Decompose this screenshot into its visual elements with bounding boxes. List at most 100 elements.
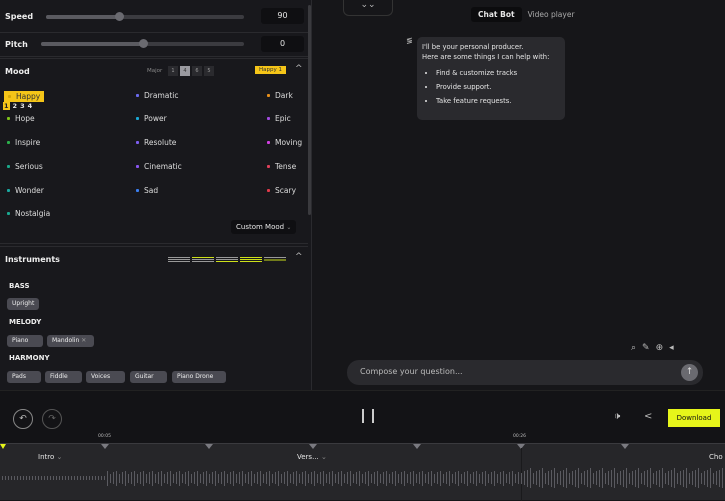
- waveform-bar: [311, 472, 312, 484]
- section-marker[interactable]: [413, 444, 421, 449]
- variant-option[interactable]: 3: [20, 102, 25, 110]
- instrument-chip[interactable]: Fiddle: [45, 371, 82, 383]
- scale-option[interactable]: 6: [192, 66, 202, 76]
- level-indicator[interactable]: [264, 257, 286, 262]
- instrument-chip[interactable]: Piano: [7, 335, 43, 347]
- variant-option[interactable]: 4: [28, 102, 33, 110]
- collapse-toggle-icon[interactable]: ⌄⌄: [343, 0, 393, 16]
- share-icon[interactable]: <: [644, 411, 652, 422]
- section-marker[interactable]: [205, 444, 213, 449]
- waveform-bar: [254, 473, 255, 483]
- level-indicator[interactable]: [216, 257, 238, 262]
- pitch-slider-handle[interactable]: [138, 39, 148, 48]
- section-marker[interactable]: [101, 444, 109, 449]
- speed-slider-handle[interactable]: [115, 12, 125, 21]
- mood-item-nostalgia[interactable]: Nostalgia: [4, 209, 50, 218]
- mood-color-dot: [136, 189, 139, 192]
- mood-item-dark[interactable]: Dark: [264, 91, 293, 100]
- waveform-bar: [635, 469, 636, 487]
- tab-video-player[interactable]: Video player: [526, 7, 577, 22]
- mood-item-dramatic[interactable]: Dramatic: [133, 91, 179, 100]
- instrument-level-indicators: [168, 257, 286, 262]
- variant-option-selected[interactable]: 1: [3, 102, 10, 110]
- selected-mood-badge: Happy 1: [255, 66, 286, 74]
- speed-slider[interactable]: [46, 12, 244, 21]
- waveform-bar: [332, 470, 333, 486]
- level-indicator[interactable]: [168, 257, 190, 262]
- download-button[interactable]: Download: [668, 409, 720, 427]
- mood-item-serious[interactable]: Serious: [4, 162, 43, 171]
- mood-item-happy[interactable]: Happy: [4, 91, 45, 102]
- pause-button[interactable]: [362, 409, 374, 423]
- waveform-bar: [497, 473, 498, 483]
- left-panel-scrollbar[interactable]: [308, 5, 311, 215]
- megaphone-icon[interactable]: ◂: [669, 343, 674, 353]
- mood-item-inspire[interactable]: Inspire: [4, 138, 40, 147]
- chat-input[interactable]: Compose your question... ↑: [347, 360, 703, 385]
- instrument-chip[interactable]: Guitar: [130, 371, 167, 383]
- tab-chat-bot[interactable]: Chat Bot: [471, 7, 522, 22]
- waveform-bar: [224, 470, 225, 486]
- mood-item-wonder[interactable]: Wonder: [4, 186, 44, 195]
- mood-label: Hope: [15, 114, 35, 123]
- variant-option[interactable]: 2: [13, 102, 18, 110]
- chat-tabs: Chat Bot Video player: [471, 7, 577, 22]
- instrument-chip[interactable]: Mandolin ✕: [47, 335, 94, 347]
- scale-option-selected[interactable]: 4: [180, 66, 190, 76]
- timeline[interactable]: Intro ⌄ Vers... ⌄ Cho: [0, 443, 725, 501]
- instrument-chip[interactable]: Piano Drone: [172, 371, 226, 383]
- globe-icon[interactable]: ⊕: [656, 343, 664, 353]
- undo-icon[interactable]: ↶: [13, 409, 33, 429]
- mood-item-resolute[interactable]: Resolute: [133, 138, 176, 147]
- waveform-bar: [344, 473, 345, 483]
- group-melody: MELODY: [9, 318, 42, 326]
- section-marker[interactable]: [309, 444, 317, 449]
- waveform-bar: [524, 471, 525, 485]
- waveform-bar: [32, 476, 33, 480]
- pencil-icon[interactable]: ✎: [642, 343, 650, 353]
- waveform-bar: [2, 476, 3, 480]
- waveform-bar: [293, 472, 294, 484]
- close-icon[interactable]: ✕: [81, 337, 86, 344]
- instrument-chip[interactable]: Pads: [7, 371, 41, 383]
- mood-label: Scary: [275, 186, 297, 195]
- mood-item-moving[interactable]: Moving: [264, 138, 302, 147]
- instrument-chip[interactable]: Upright: [7, 298, 40, 310]
- waveform-bar: [257, 472, 258, 484]
- playhead[interactable]: [0, 444, 6, 449]
- mood-item-cinematic[interactable]: Cinematic: [133, 162, 182, 171]
- level-indicator[interactable]: [240, 257, 262, 262]
- mood-color-dot: [136, 94, 139, 97]
- search-icon[interactable]: ⌕: [631, 343, 636, 353]
- pitch-input[interactable]: 0: [261, 36, 304, 52]
- mood-item-epic[interactable]: Epic: [264, 114, 291, 123]
- instrument-chip[interactable]: Voices: [86, 371, 125, 383]
- mood-item-power[interactable]: Power: [133, 114, 167, 123]
- waveform-bar: [260, 470, 261, 486]
- collapse-instruments-icon[interactable]: ^: [295, 252, 303, 262]
- custom-mood-dropdown[interactable]: Custom Mood ⌄: [231, 220, 297, 234]
- waveform-bar: [608, 471, 609, 485]
- send-button[interactable]: ↑: [681, 364, 698, 381]
- mood-item-tense[interactable]: Tense: [264, 162, 296, 171]
- mood-label: Dark: [275, 91, 293, 100]
- waveform-bar: [47, 476, 48, 480]
- waveform-bar: [674, 468, 675, 488]
- section-intro[interactable]: Intro ⌄: [38, 453, 62, 461]
- collapse-mood-icon[interactable]: ^: [295, 64, 303, 74]
- mood-item-hope[interactable]: Hope: [4, 114, 35, 123]
- redo-icon[interactable]: ↷: [42, 409, 62, 429]
- section-verse[interactable]: Vers... ⌄: [297, 453, 327, 461]
- scale-option[interactable]: 1: [168, 66, 178, 76]
- mood-item-sad[interactable]: Sad: [133, 186, 158, 195]
- pitch-slider[interactable]: [41, 39, 244, 48]
- scale-option[interactable]: 5: [204, 66, 214, 76]
- waveform-bar: [560, 471, 561, 485]
- waveform-bar: [269, 470, 270, 486]
- section-chorus[interactable]: Cho: [709, 453, 723, 461]
- speed-input[interactable]: 90: [261, 8, 304, 24]
- section-marker[interactable]: [621, 444, 629, 449]
- level-indicator[interactable]: [192, 257, 214, 262]
- mood-item-scary[interactable]: Scary: [264, 186, 296, 195]
- volume-icon[interactable]: 🕩: [614, 411, 620, 422]
